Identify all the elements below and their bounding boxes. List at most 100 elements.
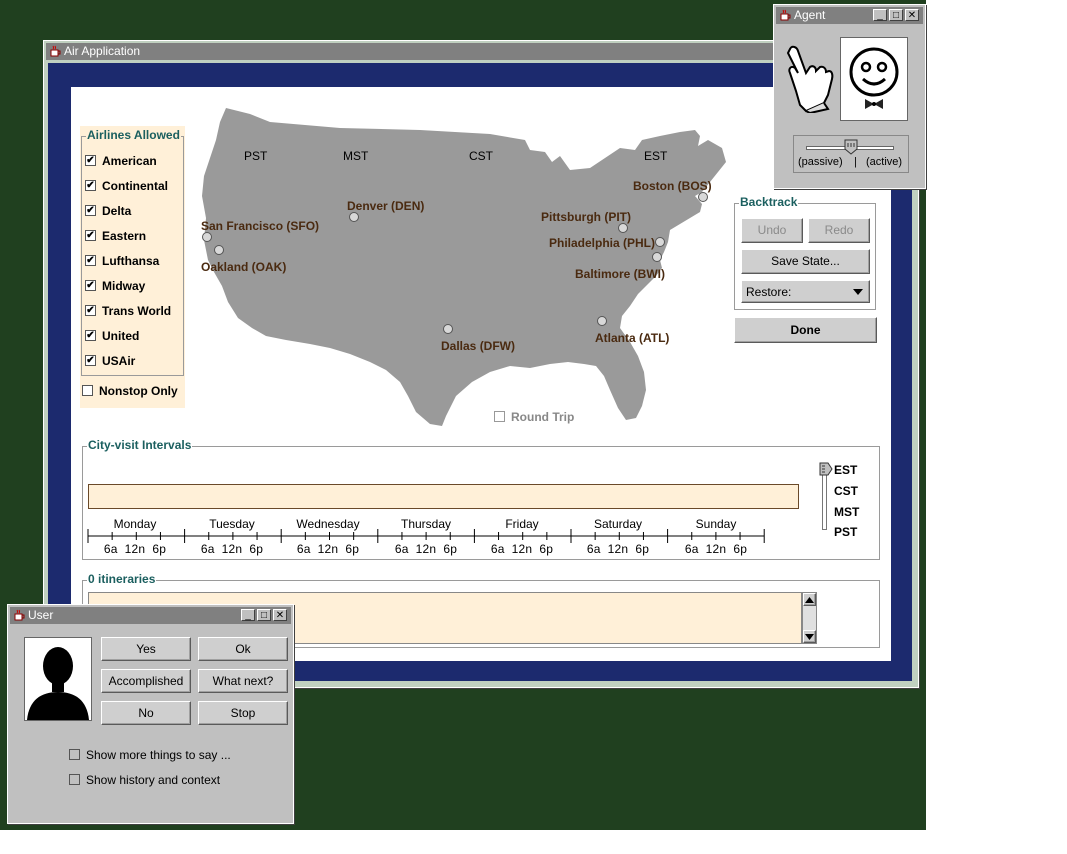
city-label-phl[interactable]: Philadelphia (PHL) — [549, 236, 655, 250]
ok-button[interactable]: Ok — [198, 637, 288, 661]
city-label-dfw[interactable]: Dallas (DFW) — [441, 339, 515, 353]
hour-labels-friday: 6a 12n 6p — [490, 542, 554, 556]
city-dot-dfw[interactable] — [443, 324, 453, 334]
what-next-button[interactable]: What next? — [198, 669, 288, 693]
tz-option-mst[interactable]: MST — [834, 505, 859, 519]
timezone-slider-thumb[interactable] — [819, 462, 833, 476]
checkbox-box: ✔ — [85, 255, 96, 266]
city-label-oak[interactable]: Oakland (OAK) — [201, 260, 286, 274]
yes-button[interactable]: Yes — [101, 637, 191, 661]
day-label-sunday: Sunday — [695, 517, 737, 531]
checkbox-box — [82, 385, 93, 396]
restore-dropdown[interactable]: Restore: — [741, 280, 870, 303]
accomplished-button[interactable]: Accomplished — [101, 669, 191, 693]
hour-labels-saturday: 6a 12n 6p — [586, 542, 650, 556]
smiley-face-icon — [849, 47, 899, 109]
itineraries-label: 0 itineraries — [87, 572, 157, 586]
city-visit-intervals-label: City-visit Intervals — [87, 438, 193, 452]
tz-option-pst[interactable]: PST — [834, 525, 857, 539]
stop-button[interactable]: Stop — [198, 701, 288, 725]
chevron-down-icon — [853, 289, 863, 295]
agent-window-title: Agent — [794, 8, 826, 22]
checkbox-box — [494, 411, 505, 422]
city-dot-oak[interactable] — [214, 245, 224, 255]
city-dot-atl[interactable] — [597, 316, 607, 326]
airlines-panel: Airlines Allowed ✔ American ✔ Continental … — [80, 126, 185, 408]
agent-slider-divider: | — [854, 156, 857, 168]
java-cup-icon — [780, 9, 791, 21]
user-avatar — [24, 637, 92, 721]
city-label-sfo[interactable]: San Francisco (SFO) — [201, 219, 319, 233]
user-window-titlebar[interactable]: User _ □ ✕ — [10, 607, 291, 624]
city-label-bos[interactable]: Boston (BOS) — [633, 179, 712, 193]
user-silhouette-icon — [27, 647, 89, 720]
hour-labels-tuesday: 6a 12n 6p — [200, 542, 264, 556]
city-label-den[interactable]: Denver (DEN) — [347, 199, 424, 213]
checkbox-box: ✔ — [85, 180, 96, 191]
airlines-group-label: Airlines Allowed — [86, 128, 181, 142]
save-state-button[interactable]: Save State... — [741, 249, 870, 274]
checkbox-box: ✔ — [85, 305, 96, 316]
day-label-saturday: Saturday — [593, 517, 643, 531]
timezone-label-mst: MST — [343, 149, 369, 163]
maximize-button[interactable]: □ — [257, 609, 271, 621]
hour-labels-wednesday: 6a 12n 6p — [296, 542, 360, 556]
intervals-track[interactable] — [88, 484, 799, 509]
scroll-down-button[interactable] — [803, 630, 816, 643]
day-label-friday: Friday — [505, 517, 539, 531]
city-label-atl[interactable]: Atlanta (ATL) — [595, 331, 669, 345]
city-dot-den[interactable] — [349, 212, 359, 222]
agent-slider-passive-label: (passive) — [798, 156, 843, 168]
close-button[interactable]: ✕ — [905, 9, 919, 21]
user-window-title: User — [28, 608, 54, 622]
day-label-thursday: Thursday — [400, 517, 452, 531]
checkbox-box: ✔ — [85, 330, 96, 341]
checkbox-box: ✔ — [85, 230, 96, 241]
java-cup-icon — [50, 45, 61, 57]
checkbox-box: ✔ — [85, 155, 96, 166]
checkbox-box — [69, 774, 80, 785]
itineraries-scrollbar[interactable] — [802, 592, 817, 644]
checkbox-box — [69, 749, 80, 760]
backtrack-group-label: Backtrack — [739, 195, 799, 209]
arrow-up-icon — [805, 597, 814, 603]
day-label-tuesday: Tuesday — [209, 517, 255, 531]
redo-button[interactable]: Redo — [808, 218, 870, 243]
agent-mode-slider-thumb[interactable] — [844, 139, 858, 155]
city-dot-pit[interactable] — [618, 223, 628, 233]
pointing-hand-icon — [786, 45, 834, 113]
hour-labels-sunday: 6a 12n 6p — [684, 542, 748, 556]
agent-window: Agent _ □ ✕ (passive) | (active) — [773, 4, 926, 189]
day-label-wednesday: Wednesday — [296, 517, 360, 531]
hour-labels-thursday: 6a 12n 6p — [394, 542, 458, 556]
checkbox-box: ✔ — [85, 280, 96, 291]
minimize-button[interactable]: _ — [241, 609, 255, 621]
arrow-down-icon — [805, 634, 814, 640]
done-button[interactable]: Done — [734, 317, 877, 343]
city-dot-sfo[interactable] — [202, 232, 212, 242]
checkbox-box: ✔ — [85, 355, 96, 366]
no-button[interactable]: No — [101, 701, 191, 725]
agent-slider-active-label: (active) — [866, 156, 903, 168]
city-dot-bwi[interactable] — [652, 252, 662, 262]
scroll-up-button[interactable] — [803, 593, 816, 606]
city-dot-phl[interactable] — [655, 237, 665, 247]
java-cup-icon — [14, 609, 25, 621]
air-window-title: Air Application — [64, 44, 141, 58]
checkbox-box: ✔ — [85, 205, 96, 216]
minimize-button[interactable]: _ — [873, 9, 887, 21]
restore-dropdown-label: Restore: — [746, 285, 792, 299]
city-dot-bos[interactable] — [698, 192, 708, 202]
tz-option-est[interactable]: EST — [834, 463, 857, 477]
timezone-label-pst: PST — [244, 149, 268, 163]
city-label-bwi[interactable]: Baltimore (BWI) — [575, 267, 665, 281]
undo-button[interactable]: Undo — [741, 218, 803, 243]
close-button[interactable]: ✕ — [273, 609, 287, 621]
agent-window-titlebar[interactable]: Agent _ □ ✕ — [776, 7, 923, 24]
day-label-monday: Monday — [113, 517, 157, 531]
maximize-button[interactable]: □ — [889, 9, 903, 21]
tz-option-cst[interactable]: CST — [834, 484, 858, 498]
timezone-label-est: EST — [644, 149, 668, 163]
user-window: User _ □ ✕ Yes Ok Accomplished What next… — [7, 604, 294, 824]
city-label-pit[interactable]: Pittsburgh (PIT) — [541, 210, 631, 224]
